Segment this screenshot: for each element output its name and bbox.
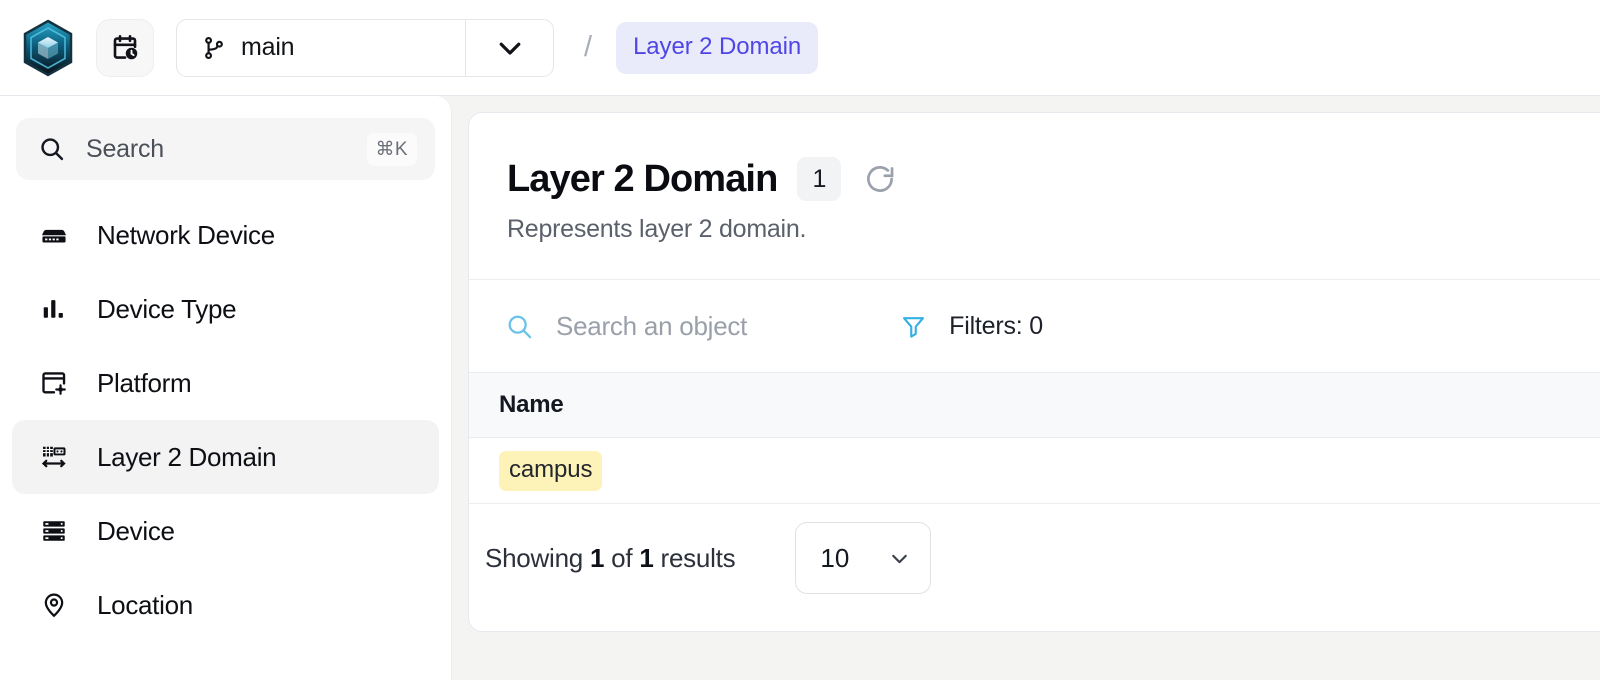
sidebar-item-device-type[interactable]: Device Type — [12, 272, 439, 346]
git-branch-icon — [205, 36, 223, 59]
sidebar-search-shortcut: ⌘K — [366, 132, 417, 166]
showing-suffix: results — [660, 542, 736, 573]
table-header: Name — [469, 372, 1600, 438]
page-subtitle: Represents layer 2 domain. — [507, 215, 807, 243]
branch-selector-value[interactable]: main — [177, 20, 465, 76]
breadcrumb-current[interactable]: Layer 2 Domain — [616, 21, 819, 74]
title-row: Layer 2 Domain 1 — [507, 157, 1600, 201]
showing-count: 1 — [589, 542, 605, 573]
page-size-value: 10 — [820, 542, 850, 573]
sidebar-item-layer-2-domain[interactable]: Layer 2 Domain — [12, 420, 439, 494]
sidebar-item-device[interactable]: Device — [12, 494, 439, 568]
table-row[interactable]: campus — [469, 438, 1600, 504]
search-icon — [41, 138, 64, 161]
calendar-clock-icon — [113, 34, 138, 59]
search-icon — [508, 315, 532, 338]
breadcrumb-separator: / — [584, 31, 593, 63]
sidebar-item-label: Location — [97, 589, 193, 620]
object-list-card: Layer 2 Domain 1 Represents layer 2 doma… — [468, 112, 1600, 632]
toolbar: Search an object Filters: 0 — [469, 280, 1600, 372]
history-time-travel-button[interactable] — [96, 18, 154, 77]
showing-total: 1 — [639, 542, 654, 573]
branch-dropdown-toggle[interactable] — [465, 19, 553, 76]
filters-label: Filters: 0 — [949, 311, 1043, 340]
object-search-placeholder: Search an object — [556, 310, 748, 341]
results-summary: Showing 1 of 1 results — [485, 542, 736, 574]
showing-middle: of — [611, 542, 633, 573]
sidebar-item-location[interactable]: Location — [12, 568, 439, 642]
server-rack-icon — [40, 517, 68, 545]
chevron-down-icon — [499, 42, 520, 55]
chevron-down-icon — [892, 554, 908, 563]
map-pin-icon — [40, 591, 68, 619]
card-header: Layer 2 Domain 1 Represents layer 2 doma… — [469, 113, 1600, 244]
showing-prefix: Showing — [485, 542, 583, 573]
cell-name-value: campus — [499, 450, 603, 491]
filters-button[interactable]: Filters: 0 — [900, 312, 1043, 341]
branch-selector[interactable]: main — [176, 18, 554, 77]
sidebar-item-label: Network Device — [97, 219, 275, 250]
sidebar-item-platform[interactable]: Platform — [12, 346, 439, 420]
sidebar-item-label: Platform — [97, 367, 192, 398]
sidebar-nav: Network Device Device Type Platform Laye… — [0, 198, 451, 642]
sidebar-search-input[interactable]: Search ⌘K — [16, 118, 435, 180]
filter-icon — [903, 316, 925, 338]
sidebar-search-placeholder: Search — [86, 134, 165, 163]
branch-name: main — [241, 33, 295, 61]
layer2-topology-icon — [40, 443, 68, 471]
refresh-icon[interactable] — [861, 160, 899, 198]
result-count-badge: 1 — [797, 157, 842, 201]
infrahub-cube-logo-icon[interactable] — [22, 19, 74, 77]
window-gear-icon — [40, 369, 68, 397]
table-footer: Showing 1 of 1 results 10 — [469, 504, 1600, 612]
sidebar-item-label: Device Type — [97, 293, 237, 324]
sidebar-item-label: Device — [97, 515, 175, 546]
bar-chart-icon — [40, 295, 68, 323]
page-title: Layer 2 Domain — [507, 157, 778, 200]
page-size-select[interactable]: 10 — [795, 522, 932, 594]
object-search-input[interactable]: Search an object — [505, 311, 747, 342]
sidebar: Search ⌘K Network Device Device Type Pla… — [0, 96, 452, 680]
sidebar-item-network-device[interactable]: Network Device — [12, 198, 439, 272]
network-switch-icon — [40, 221, 68, 249]
column-header-name: Name — [499, 391, 564, 418]
app-header: main / Layer 2 Domain — [0, 0, 1600, 96]
sidebar-item-label: Layer 2 Domain — [97, 441, 277, 472]
